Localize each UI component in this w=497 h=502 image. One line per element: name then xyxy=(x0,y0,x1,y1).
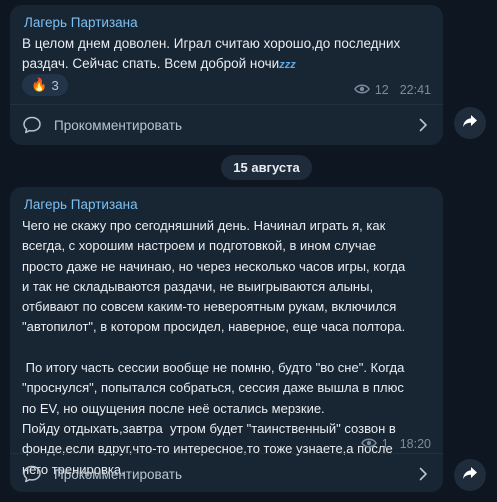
views-count: 1 xyxy=(381,437,389,451)
reaction-count: 3 xyxy=(51,77,59,93)
comment-button[interactable]: Прокомментировать xyxy=(10,105,443,145)
chevron-right-icon xyxy=(415,117,431,133)
post-time: 18:20 xyxy=(399,437,431,451)
reaction-chip[interactable]: 🔥 3 xyxy=(22,74,68,96)
post-meta: 1 18:20 xyxy=(360,437,431,451)
comment-icon xyxy=(22,115,42,135)
channel-post: Лагерь Партизана Чего не скажу про сегод… xyxy=(10,187,443,492)
share-button[interactable] xyxy=(454,107,486,139)
chevron-right-icon xyxy=(415,466,431,482)
post-meta: 12 22:41 xyxy=(353,83,431,97)
comment-label: Прокомментировать xyxy=(54,466,182,482)
fire-emoji-icon: 🔥 xyxy=(31,77,48,92)
views-eye-icon xyxy=(353,83,370,97)
comment-icon xyxy=(22,464,42,484)
comment-button[interactable]: Прокомментировать xyxy=(10,454,443,494)
comment-label: Прокомментировать xyxy=(54,117,182,133)
share-arrow-icon xyxy=(462,466,478,485)
channel-post: Лагерь Партизана В целом днем доволен. И… xyxy=(10,5,443,145)
post-author[interactable]: Лагерь Партизана xyxy=(24,197,138,212)
post-time: 22:41 xyxy=(399,83,431,97)
share-arrow-icon xyxy=(462,114,478,133)
share-button[interactable] xyxy=(454,459,486,491)
post-text: В целом днем доволен. Играл считаю хорош… xyxy=(22,34,433,75)
zzz-emoji: zzz xyxy=(279,59,296,71)
views-eye-icon xyxy=(360,437,377,451)
date-separator: 15 августа xyxy=(221,155,312,180)
views-count: 12 xyxy=(374,83,389,97)
post-author[interactable]: Лагерь Партизана xyxy=(24,15,138,30)
post-text-body: В целом днем доволен. Играл считаю хорош… xyxy=(22,36,401,71)
